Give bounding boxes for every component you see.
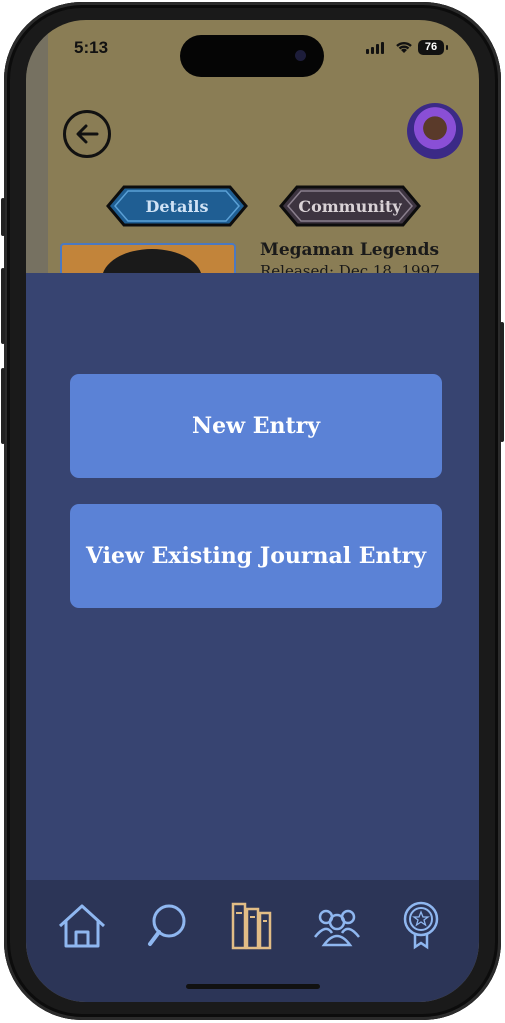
community-icon [314, 909, 360, 947]
signal-icon [366, 42, 384, 54]
journal-action-sheet: New Entry View Existing Journal Entry [26, 273, 479, 880]
volume-down-button [1, 368, 5, 444]
wifi-icon [396, 41, 412, 53]
dynamic-island [180, 35, 324, 77]
home-indicator[interactable] [186, 984, 320, 989]
achievement-badge-icon [403, 901, 439, 950]
home-icon [58, 904, 106, 948]
nav-search[interactable] [139, 898, 195, 954]
tab-community[interactable]: Community [279, 185, 421, 227]
nav-achievements[interactable] [393, 898, 449, 954]
nav-community[interactable] [309, 898, 365, 954]
tab-details-label: Details [145, 196, 209, 216]
camera-icon [295, 50, 306, 61]
volume-up-button [1, 268, 5, 344]
view-existing-entry-label: View Existing Journal Entry [85, 543, 427, 569]
view-existing-entry-button[interactable]: View Existing Journal Entry [70, 504, 442, 608]
nav-home[interactable] [54, 898, 110, 954]
screen: 5:13 76 Details Community Megaman Legend… [26, 20, 479, 1002]
status-bar: 5:13 76 [26, 20, 479, 80]
new-entry-button[interactable]: New Entry [70, 374, 442, 478]
arrow-left-icon [76, 124, 99, 144]
library-icon [231, 902, 272, 950]
search-icon [148, 904, 186, 946]
bottom-nav [26, 880, 479, 1002]
status-time: 5:13 [74, 38, 109, 57]
new-entry-label: New Entry [191, 413, 320, 439]
tab-community-label: Community [298, 196, 402, 216]
avatar[interactable] [407, 103, 463, 159]
battery-tip [446, 45, 448, 50]
power-button [500, 322, 504, 442]
back-button[interactable] [63, 110, 111, 158]
battery-icon: 76 [418, 40, 444, 55]
silent-switch [1, 198, 5, 236]
nav-library[interactable] [224, 898, 280, 954]
game-title: Megaman Legends [260, 240, 440, 260]
tab-details[interactable]: Details [106, 185, 248, 227]
